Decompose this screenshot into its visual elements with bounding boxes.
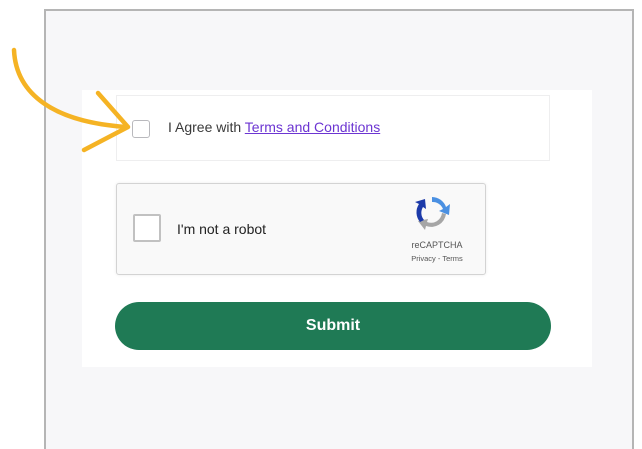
recaptcha-checkbox[interactable] <box>133 214 161 242</box>
curved-arrow-icon <box>11 47 131 153</box>
recaptcha-logo-icon <box>415 197 450 230</box>
terms-prefix-text: I Agree with <box>168 119 245 135</box>
recaptcha-brand-text: reCAPTCHA <box>411 240 463 250</box>
recaptcha-widget: I'm not a robot reCAPTCHA Privacy - Term… <box>116 183 486 275</box>
terms-agreement-label: I Agree with Terms and Conditions <box>168 119 380 135</box>
recaptcha-label: I'm not a robot <box>177 221 267 237</box>
terms-link[interactable]: Terms and Conditions <box>245 119 380 135</box>
submit-button[interactable]: Submit <box>115 302 551 350</box>
recaptcha-privacy-terms-links[interactable]: Privacy - Terms <box>397 254 477 263</box>
